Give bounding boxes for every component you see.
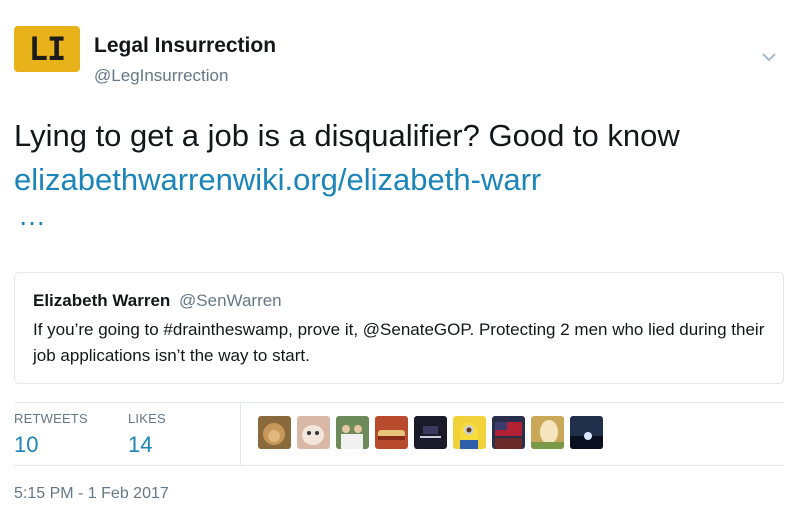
liker-avatar-family[interactable]	[336, 416, 369, 449]
liker-avatar-minion[interactable]	[453, 416, 486, 449]
avatar-logo-text: LI	[28, 30, 67, 68]
link-ellipsis[interactable]: …	[18, 200, 48, 232]
liker-avatar-cat[interactable]	[297, 416, 330, 449]
retweets-count: 10	[14, 432, 39, 457]
quoted-tweet-header: Elizabeth Warren @SenWarren	[33, 291, 282, 311]
liker-avatar-horse[interactable]	[531, 416, 564, 449]
tweet-header: LI Legal Insurrection @LegInsurrection	[14, 26, 784, 85]
tweet-text: Lying to get a job is a disqualifier? Go…	[14, 114, 774, 202]
retweets-label: RETWEETS	[14, 411, 88, 426]
quoted-tweet-text: If you’re going to #draintheswamp, prove…	[33, 320, 765, 365]
chevron-down-icon[interactable]	[760, 48, 778, 66]
liker-avatar-flag[interactable]	[492, 416, 525, 449]
retweets-stat[interactable]: RETWEETS 10	[14, 411, 88, 458]
quoted-tweet[interactable]: Elizabeth Warren @SenWarren If you’re go…	[14, 272, 784, 384]
tweet-timestamp[interactable]: 5:15 PM - 1 Feb 2017	[14, 485, 169, 503]
liker-avatar-senate[interactable]	[414, 416, 447, 449]
likes-count: 14	[128, 432, 153, 457]
likes-stat[interactable]: LIKES 14	[128, 411, 166, 458]
tweet-stats: RETWEETS 10 LIKES 14	[14, 402, 784, 466]
liker-avatar-sky[interactable]	[570, 416, 603, 449]
tweet-body: Lying to get a job is a disqualifier? Go…	[14, 118, 680, 153]
liker-avatar-lion[interactable]	[258, 416, 291, 449]
liker-avatars	[258, 416, 603, 450]
quoted-author-handle: @SenWarren	[179, 291, 282, 310]
tweet-link[interactable]: elizabethwarrenwiki.org/elizabeth-warr	[14, 162, 541, 197]
author-name[interactable]: Legal Insurrection	[94, 34, 276, 58]
stats-divider	[240, 403, 241, 465]
likes-label: LIKES	[128, 411, 166, 426]
liker-avatar-food[interactable]	[375, 416, 408, 449]
quoted-author-name: Elizabeth Warren	[33, 291, 171, 310]
author-avatar[interactable]: LI	[14, 26, 80, 72]
author-handle[interactable]: @LegInsurrection	[94, 66, 228, 86]
